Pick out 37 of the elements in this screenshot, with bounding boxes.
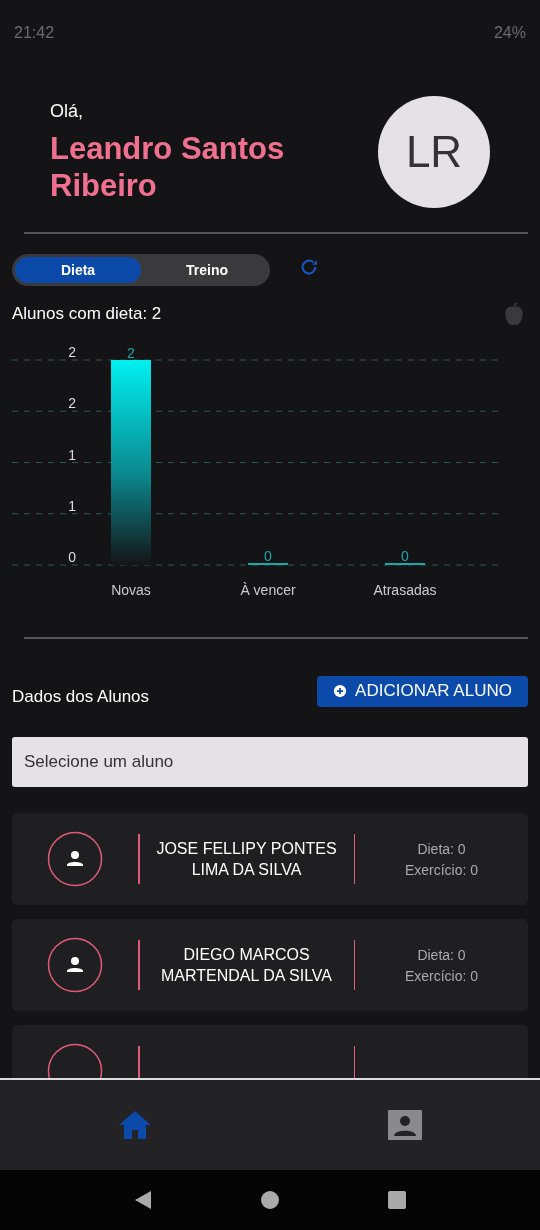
axis-tick: 0	[68, 549, 76, 565]
user-name: Leandro Santos Ribeiro	[50, 129, 286, 204]
exercise-count: Exercício: 0	[404, 861, 479, 878]
value-label: 0	[264, 548, 272, 564]
student-select-field[interactable]: Selecione um aluno	[12, 737, 528, 787]
avatar[interactable]: LR	[378, 96, 490, 208]
value-label: 0	[401, 548, 409, 564]
tab[interactable]: Dieta	[15, 257, 141, 283]
recents-icon[interactable]	[386, 1190, 407, 1210]
plus-circle-icon	[333, 684, 348, 698]
status-time: 21:42	[14, 24, 55, 42]
back-icon[interactable]	[133, 1190, 154, 1210]
person-avatar-icon	[47, 937, 103, 993]
diet-count: Dieta: 0	[417, 840, 466, 857]
category-label: Atrasadas	[373, 582, 437, 598]
axis-tick: 1	[68, 497, 76, 514]
diet-count: Dieta: 0	[417, 946, 466, 963]
student-card[interactable]: DIEGO MARCOS MARTENDAL DA SILVA Dieta: 0 Exercício: 0	[12, 919, 528, 1011]
axis-tick: 2	[68, 395, 76, 412]
profile-icon[interactable]	[388, 1110, 422, 1140]
person-avatar-icon	[47, 831, 103, 887]
axis-tick: 2	[68, 344, 76, 360]
add-student-button[interactable]: ADICIONAR ALUNO	[317, 675, 528, 707]
value-label: 2	[127, 345, 135, 361]
greeting: Olá,	[50, 100, 84, 122]
student-name: JOSE FELLIPY PONTES LIMA DA SILVA	[155, 839, 338, 880]
home-button-icon[interactable]	[260, 1190, 280, 1210]
student-card[interactable]: JOSE FELLIPY PONTES LIMA DA SILVA Dieta: 0 Exercício: 0	[12, 813, 528, 905]
student-name: DIEGO MARCOS MARTENDAL DA SILVA	[160, 945, 333, 986]
battery-level: 24%	[493, 24, 526, 42]
summary-text: Alunos com dieta: 2	[12, 304, 162, 324]
category-label: À vencer	[240, 582, 296, 598]
axis-tick: 1	[68, 446, 76, 463]
tab[interactable]: Treino	[144, 254, 270, 286]
section-title: Dados dos Alunos	[12, 687, 150, 707]
exercise-count: Exercício: 0	[404, 967, 479, 984]
category-label: Novas	[111, 582, 151, 598]
